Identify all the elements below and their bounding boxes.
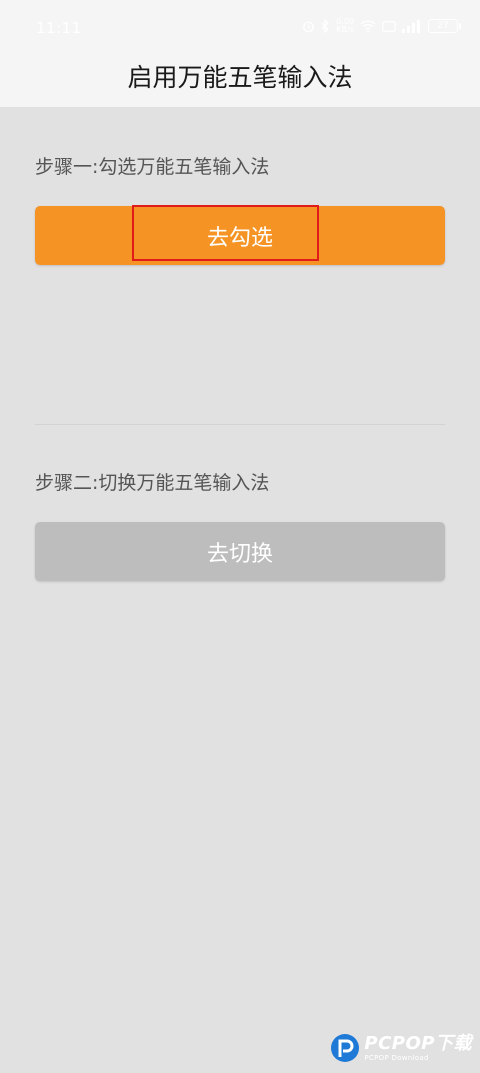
wifi-icon	[360, 20, 376, 32]
switch-ime-button[interactable]: 去切换	[35, 522, 445, 581]
status-bar: 11:11 0.00 KB/s 27	[0, 0, 480, 58]
status-time: 11:11	[36, 19, 82, 37]
bluetooth-icon	[321, 19, 330, 33]
watermark-text: PCPOP下载	[364, 1032, 472, 1054]
watermark: PCPOP下载 PCPOP Download	[330, 1033, 472, 1063]
step-two-label: 步骤二:切换万能五笔输入法	[35, 472, 270, 494]
pcpop-logo-icon	[331, 1034, 360, 1062]
divider	[35, 424, 445, 425]
battery-icon: 27	[428, 19, 461, 33]
check-ime-button[interactable]: 去勾选	[35, 206, 445, 265]
status-icons: 0.00 KB/s 27	[302, 17, 461, 34]
app-header: 11:11 0.00 KB/s 27 启用万能五笔输入法	[0, 0, 480, 107]
signal-icon	[402, 19, 422, 33]
network-speed-icon: 0.00 KB/s	[336, 17, 354, 34]
alarm-icon	[302, 20, 315, 33]
step-one-label: 步骤一:勾选万能五笔输入法	[35, 156, 270, 178]
watermark-subtext: PCPOP Download	[364, 1053, 429, 1062]
hd-icon	[382, 20, 396, 32]
page-title: 启用万能五笔输入法	[127, 63, 353, 92]
